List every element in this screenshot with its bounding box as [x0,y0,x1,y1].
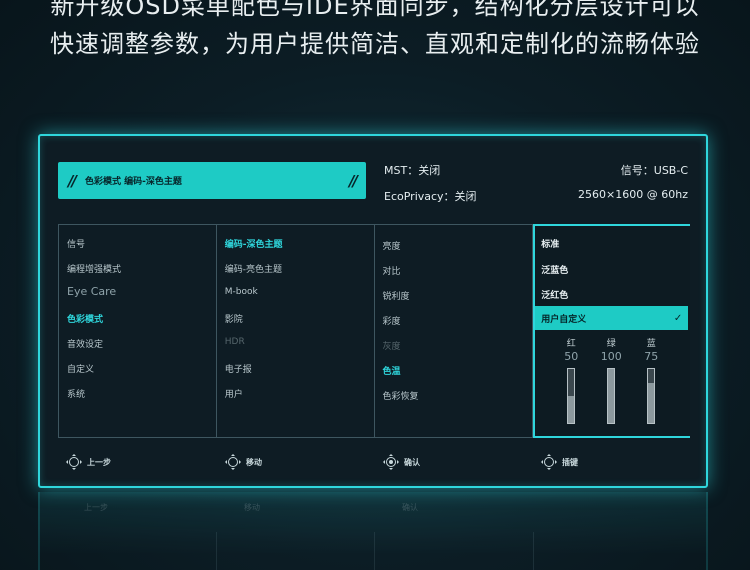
temp-option-user-defined-label: 用户自定义 [541,314,587,325]
menu-item-audio[interactable]: 音效设定 [67,337,103,350]
slider-label: 红 [566,339,576,349]
joystick-press-icon [383,454,399,470]
menu-item-system[interactable]: 系统 [67,387,85,400]
slash-icon: // [68,171,77,190]
menu-item-coding-enhance[interactable]: 编程增强模式 [67,262,121,275]
headline-line-2: 快速调整参数，为用户提供简洁、直观和定制化的流畅体验 [50,30,700,58]
slider-track[interactable] [567,368,576,424]
blue-slider[interactable]: 蓝 75 [639,336,663,424]
reflection-text: 确认 [402,503,418,512]
adjust-item-brightness[interactable]: 亮度 [383,239,401,252]
reflection-divider [533,532,534,570]
hotkey-button[interactable]: 插键 [541,454,578,470]
adjust-item-sharpness[interactable]: 锐利度 [383,289,410,302]
slider-fill [568,369,575,396]
adjust-item-contrast[interactable]: 对比 [383,264,401,277]
mode-item-coding-dark[interactable]: 编码-深色主题 [225,237,283,250]
headline-line-1: 新升级OSD菜单配色与IDE界面同步，结构化分层设计可以 [50,0,700,20]
slider-label: 绿 [606,339,616,349]
adjust-item-gamma: 灰度 [382,342,401,352]
hotkey-label: 插键 [562,457,578,467]
menu-column-color-temp: 标准 泛蓝色 泛红色 用户自定义 ✓ 红 50 绿 100 蓝 75 [533,224,690,438]
adjust-item-color-temp[interactable]: 色温 [383,364,401,377]
menu-panel: 信号 编程增强模式 Eye Care 色彩模式 音效设定 自定义 系统 编码-深… [58,224,690,438]
check-icon: ✓ [673,312,683,324]
slider-track[interactable] [647,368,656,424]
adjust-item-saturation[interactable]: 彩度 [383,314,401,327]
mode-item-user[interactable]: 用户 [225,387,243,400]
slider-track[interactable] [607,368,616,424]
move-label: 移动 [246,457,262,467]
temp-option-bluish[interactable]: 泛蓝色 [541,263,568,276]
mode-item-coding-light[interactable]: 编码-亮色主题 [225,262,282,275]
slider-value: 50 [564,350,579,363]
slider-fill [648,369,655,383]
reflection-text: 上一步 [84,503,108,512]
menu-item-color-mode[interactable]: 色彩模式 [67,312,103,325]
slider-label: 蓝 [646,339,656,349]
temp-option-reddish[interactable]: 泛红色 [541,288,568,301]
reflection-divider [216,532,217,570]
mode-item-epaper[interactable]: 电子报 [225,362,252,375]
move-button[interactable]: 移动 [225,454,262,470]
temp-option-user-defined[interactable]: 用户自定义 ✓ [535,306,689,330]
screen-reflection: 上一步 移动 确认 [38,492,708,570]
menu-item-eye-care[interactable]: Eye Care [67,285,116,298]
adjust-item-color-reset[interactable]: 色彩恢复 [383,389,419,402]
osd-menu: // 色彩模式 编码-深色主题 // MST：关闭 EcoPrivacy：关闭 … [38,134,708,488]
slider-value: 75 [644,350,659,363]
temp-option-standard[interactable]: 标准 [541,237,559,250]
reflection-text: 移动 [244,503,260,512]
reflection-divider [374,532,375,570]
mode-item-cinema[interactable]: 影院 [225,312,243,325]
red-slider[interactable]: 红 50 [559,336,583,424]
color-mode-label: 色彩模式 编码-深色主题 [84,177,182,187]
menu-column-main: 信号 编程增强模式 Eye Care 色彩模式 音效设定 自定义 系统 [59,225,217,437]
menu-column-adjust: 亮度 对比 锐利度 彩度 灰度 色温 色彩恢复 [375,225,534,437]
ecoprivacy-status: EcoPrivacy：关闭 [384,190,477,203]
menu-column-color-modes: 编码-深色主题 编码-亮色主题 M-book 影院 HDR 电子报 用户 [217,225,375,437]
joystick-icon [541,454,557,470]
color-mode-banner: // 色彩模式 编码-深色主题 // [58,162,366,199]
joystick-icon [225,454,241,470]
back-button[interactable]: 上一步 [66,454,111,470]
menu-item-signal[interactable]: 信号 [67,237,85,250]
joystick-icon [66,454,82,470]
slash-icon: // [349,171,358,190]
mode-item-hdr: HDR [224,337,245,347]
slider-value: 100 [600,350,622,363]
green-slider[interactable]: 绿 100 [599,336,623,424]
menu-item-custom[interactable]: 自定义 [67,362,94,375]
mst-status: MST：关闭 [384,164,441,177]
confirm-button[interactable]: 确认 [383,454,420,470]
signal-status: 信号：USB-C [620,164,688,177]
resolution-status: 2560×1600 @ 60hz [578,188,688,201]
mode-item-mbook[interactable]: M-book [225,287,258,297]
back-label: 上一步 [87,457,111,467]
confirm-label: 确认 [404,457,420,467]
